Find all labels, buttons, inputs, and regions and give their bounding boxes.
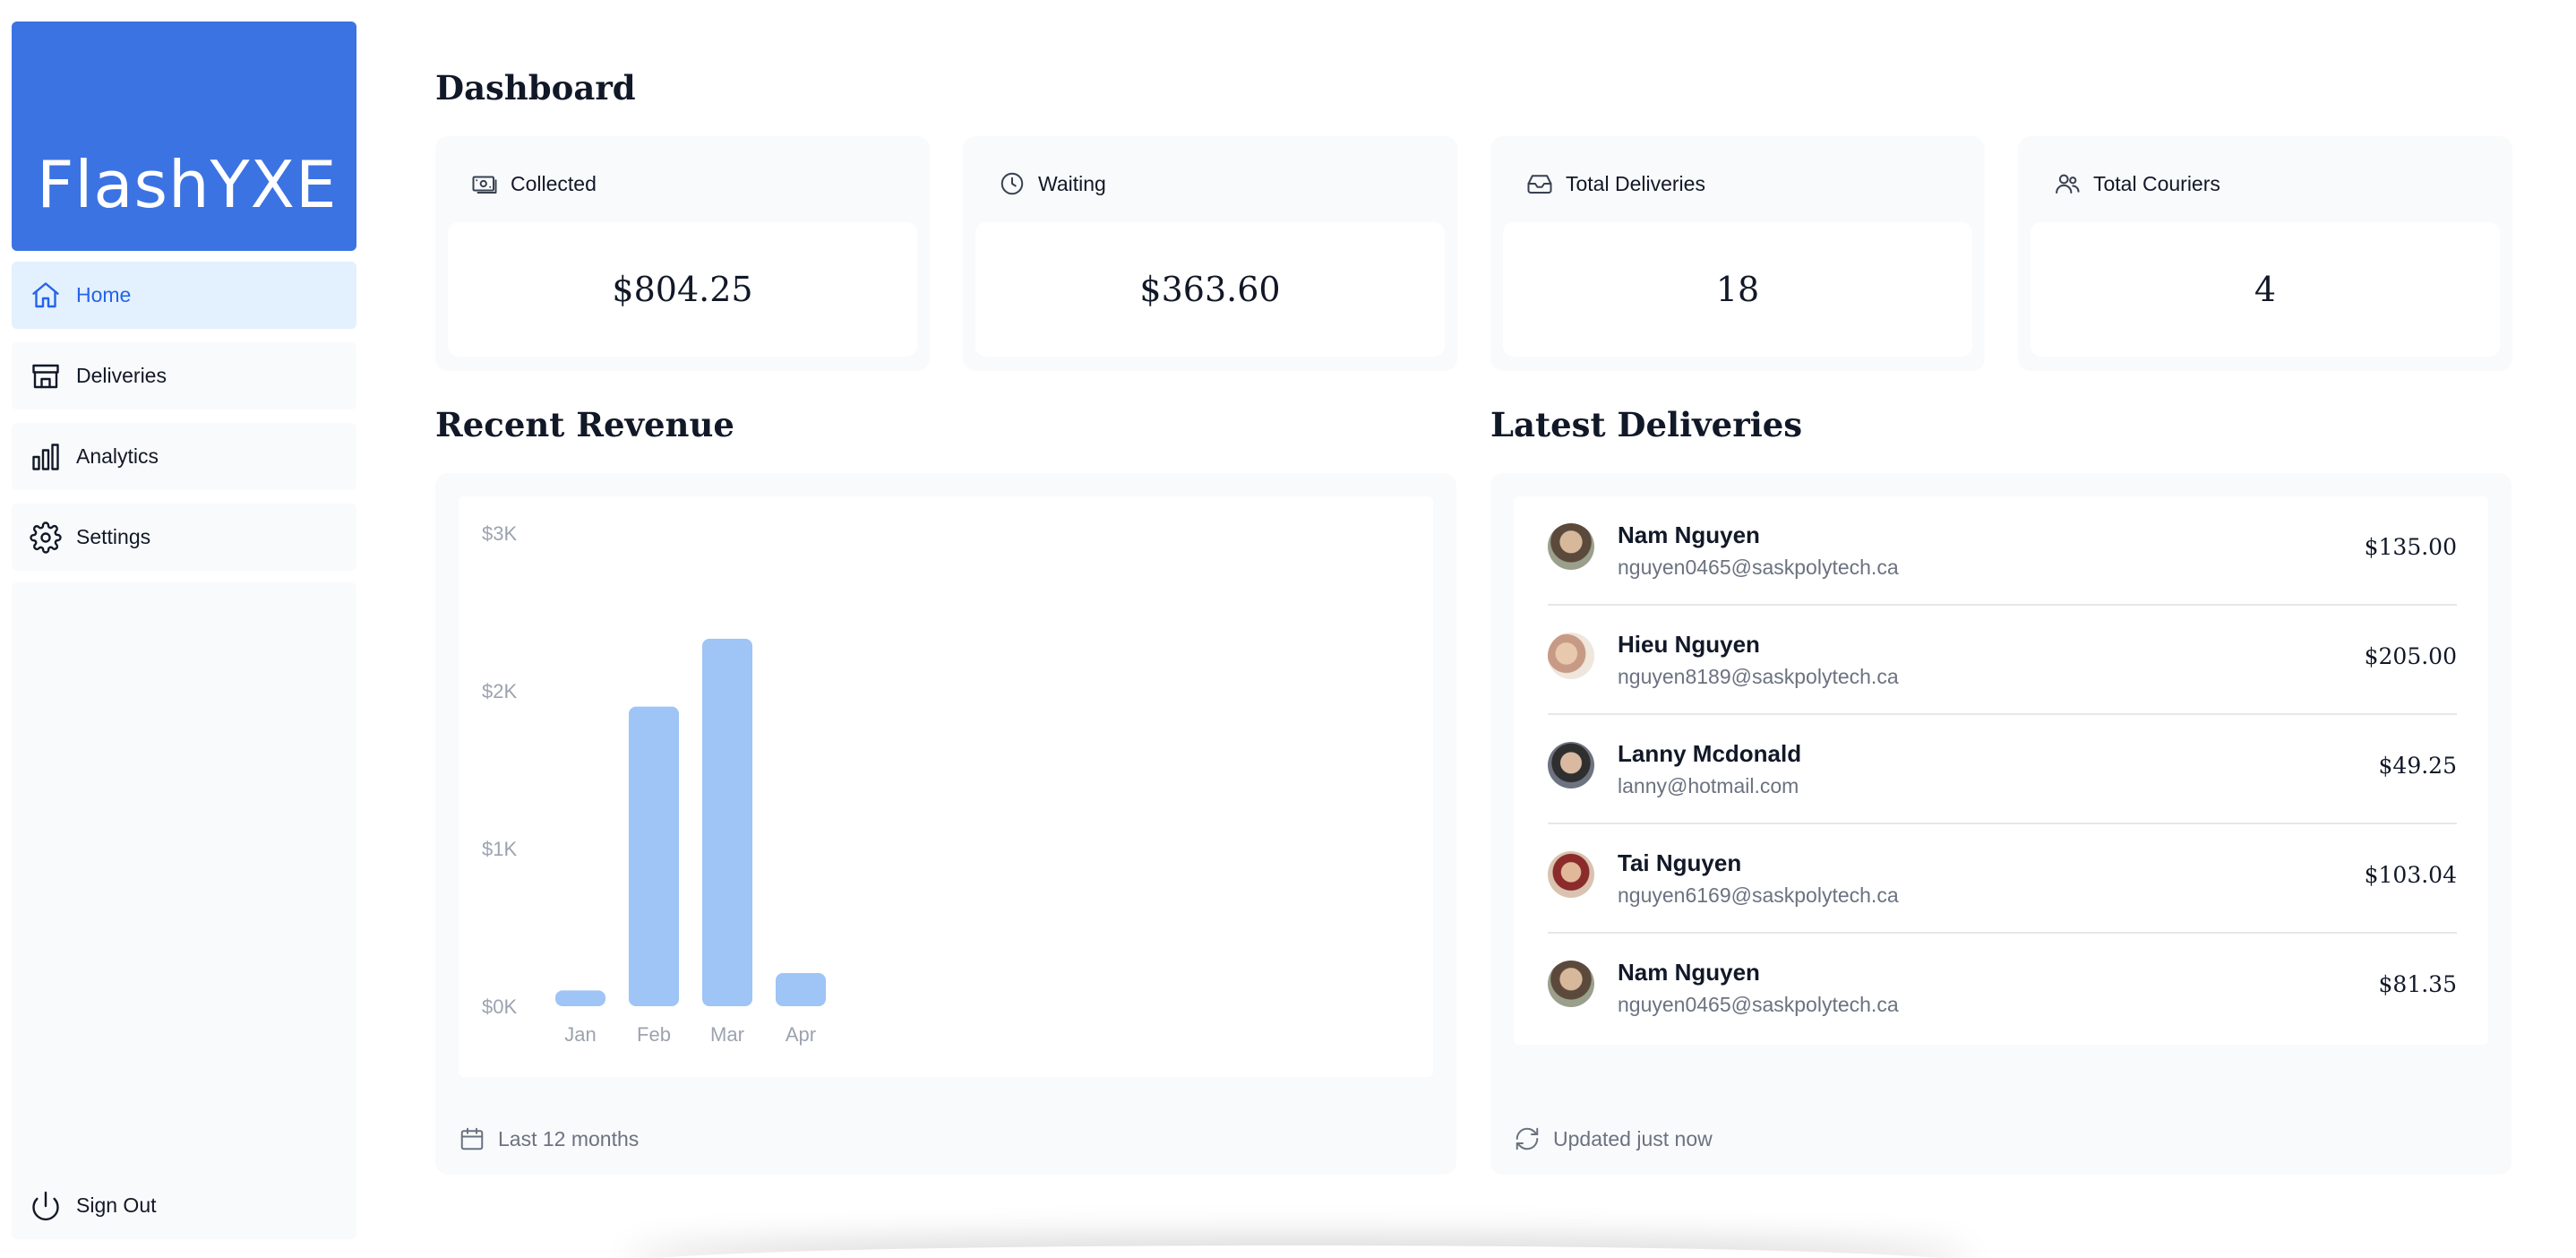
card-header: Total Couriers [2054,170,2220,197]
delivery-amount: $103.04 [2364,862,2457,888]
sidebar-item-analytics[interactable]: Analytics [12,423,356,490]
list-item[interactable]: Lanny Mcdonald lanny@hotmail.com $49.25 [1548,715,2457,824]
avatar [1548,851,1594,898]
sidebar: FlashYXE Home Deliveries Analytics Setti… [12,22,356,1240]
card-value: 18 [1503,222,1972,357]
courier-email: nguyen0465@saskpolytech.ca [1618,556,1899,579]
avatar [1548,742,1594,788]
power-icon [32,1191,59,1220]
sidebar-item-home[interactable]: Home [12,262,356,329]
refresh-icon [1516,1127,1539,1150]
clock-icon [1000,172,1024,195]
deliveries-footer: Updated just now [1514,1125,1713,1152]
delivery-amount: $205.00 [2364,643,2457,669]
inbox-icon [1527,175,1552,194]
y-tick-label: $2K [482,680,517,702]
avatar [1548,633,1594,679]
x-tick-label: Feb [637,1023,671,1046]
revenue-footer-label: Last 12 months [498,1126,640,1150]
chart-bar[interactable] [702,638,752,1006]
sign-out-button[interactable]: Sign Out [12,1172,356,1239]
stat-card-collected: Collected $804.25 [435,136,930,371]
revenue-chart: $0K $1K $2K $3K Jan Feb Mar Apr [459,496,1433,1077]
avatar [1548,961,1594,1007]
courier-name: Tai Nguyen [1618,849,1742,876]
stat-card-total-couriers: Total Couriers 4 [2018,136,2512,371]
card-value: 4 [2031,222,2500,357]
courier-name: Hieu Nguyen [1618,631,1760,658]
chart-bar[interactable] [555,990,605,1006]
latest-deliveries-panel: Nam Nguyen nguyen0465@saskpolytech.ca $1… [1490,473,2512,1175]
sidebar-spacer [12,582,356,1179]
stat-card-waiting: Waiting $363.60 [963,136,1457,371]
page-title: Dashboard [435,68,636,108]
delivery-amount: $81.35 [2378,971,2457,997]
courier-email: lanny@hotmail.com [1618,774,1799,797]
revenue-title: Recent Revenue [435,405,734,444]
delivery-amount: $135.00 [2364,534,2457,560]
list-item[interactable]: Nam Nguyen nguyen0465@saskpolytech.ca $1… [1548,496,2457,606]
card-header: Total Deliveries [1526,170,1705,197]
y-tick-label: $0K [482,995,517,1018]
deliveries-list: Nam Nguyen nguyen0465@saskpolytech.ca $1… [1514,496,2488,1045]
users-icon [2056,174,2080,194]
app-root: FlashYXE Home Deliveries Analytics Setti… [0,0,2576,1258]
deliveries-footer-label: Updated just now [1553,1126,1713,1150]
sidebar-item-settings[interactable]: Settings [12,504,356,571]
brand-name: FlashYXE [37,147,338,222]
courier-name: Lanny Mcdonald [1618,740,1802,767]
card-value: $804.25 [448,222,917,357]
card-label: Total Deliveries [1566,171,1705,195]
card-label: Total Couriers [2093,171,2220,195]
y-tick-label: $3K [482,522,517,545]
card-label: Collected [511,171,597,195]
home-icon [32,281,59,307]
courier-email: nguyen6169@saskpolytech.ca [1618,883,1899,907]
latest-deliveries-title: Latest Deliveries [1490,405,1803,444]
courier-email: nguyen8189@saskpolytech.ca [1618,665,1899,688]
revenue-footer: Last 12 months [459,1125,639,1152]
sidebar-item-label: Settings [76,525,151,548]
courier-name: Nam Nguyen [1618,959,1760,986]
banknote-icon [472,176,497,194]
chart-bar[interactable] [776,973,826,1006]
avatar [1548,523,1594,570]
card-value: $363.60 [975,222,1445,357]
sidebar-item-label: Analytics [76,444,159,468]
list-item[interactable]: Nam Nguyen nguyen0465@saskpolytech.ca $8… [1548,934,2457,1043]
bottom-edge-shadow [627,1245,1971,1258]
list-item[interactable]: Tai Nguyen nguyen6169@saskpolytech.ca $1… [1548,824,2457,934]
sidebar-item-label: Home [76,283,132,306]
gear-icon [30,521,62,554]
y-tick-label: $1K [482,838,517,860]
sidebar-item-deliveries[interactable]: Deliveries [12,342,356,409]
chart-bar[interactable] [629,706,679,1006]
stat-card-total-deliveries: Total Deliveries 18 [1490,136,1985,371]
courier-email: nguyen0465@saskpolytech.ca [1618,993,1899,1016]
store-icon [32,364,59,388]
list-item[interactable]: Hieu Nguyen nguyen8189@saskpolytech.ca $… [1548,606,2457,715]
sign-out-label: Sign Out [76,1193,157,1217]
card-label: Waiting [1038,171,1106,195]
x-tick-label: Mar [710,1023,744,1046]
courier-name: Nam Nguyen [1618,521,1760,548]
calendar-icon [460,1127,484,1150]
card-header: Collected [471,170,597,197]
delivery-amount: $49.25 [2378,753,2457,779]
revenue-panel: $0K $1K $2K $3K Jan Feb Mar Apr Last 12 months [435,473,1456,1175]
x-tick-label: Apr [786,1023,816,1046]
x-tick-label: Jan [564,1023,596,1046]
bar-chart: $0K $1K $2K $3K Jan Feb Mar Apr [482,522,826,1046]
sidebar-item-label: Deliveries [76,364,167,387]
card-header: Waiting [999,170,1106,197]
bar-chart-icon [32,443,59,470]
brand-logo[interactable]: FlashYXE [12,22,356,251]
